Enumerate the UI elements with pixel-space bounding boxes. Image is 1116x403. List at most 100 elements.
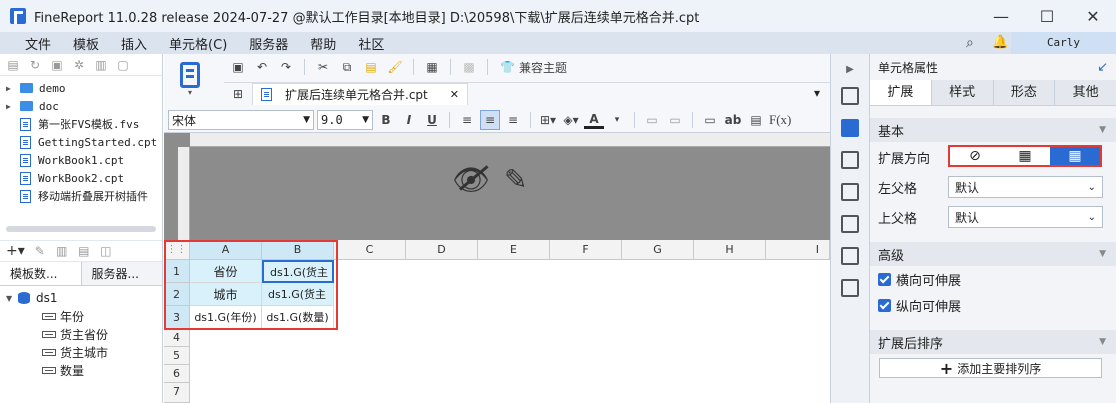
vertical-stretch-row[interactable]: 纵向可伸展: [870, 292, 1116, 318]
add-icon[interactable]: +▾: [6, 243, 25, 259]
upper-parent-select[interactable]: 默认 ⌄: [948, 206, 1103, 228]
column-header[interactable]: E: [478, 240, 550, 260]
section-sort[interactable]: 扩展后排序 ▼: [870, 330, 1116, 354]
list-item[interactable]: 移动端折叠展开树插件: [6, 187, 162, 205]
undo-icon[interactable]: ↶: [252, 57, 272, 77]
database-icon[interactable]: ◫: [99, 244, 113, 258]
row-header[interactable]: 5: [164, 347, 190, 365]
tab-expand[interactable]: 扩展: [870, 80, 932, 105]
menu-help[interactable]: 帮助: [299, 34, 347, 53]
column-header[interactable]: A: [190, 240, 262, 260]
condition-icon[interactable]: [841, 183, 859, 201]
menu-cell[interactable]: 单元格(C): [158, 34, 238, 53]
list-item[interactable]: ▼ ds1: [6, 289, 162, 307]
list-item[interactable]: 货主省份: [6, 325, 162, 343]
expand-arrow-icon[interactable]: ▶: [6, 102, 20, 111]
link-icon[interactable]: [841, 247, 859, 265]
preview-icon[interactable]: ▤: [77, 244, 91, 258]
maximize-button[interactable]: ☐: [1024, 0, 1070, 32]
bell-icon[interactable]: 🔔: [992, 35, 1008, 50]
refresh-icon[interactable]: ↻: [28, 58, 42, 72]
align-center-icon[interactable]: ≡: [480, 110, 500, 130]
save-icon[interactable]: ▣: [228, 57, 248, 77]
no-expand-icon[interactable]: ⊘: [950, 147, 1000, 165]
format-painter-icon[interactable]: 🖌: [385, 57, 405, 77]
cell-b3[interactable]: ds1.G(数量): [262, 306, 334, 329]
align-right-icon[interactable]: ≡: [503, 110, 523, 130]
horizontal-scrollbar[interactable]: [6, 226, 156, 232]
cell-a3[interactable]: ds1.G(年份): [190, 306, 262, 329]
menu-file[interactable]: 文件: [14, 34, 62, 53]
column-header[interactable]: B: [262, 240, 334, 260]
table-icon[interactable]: ▤: [746, 110, 766, 130]
new-folder-icon[interactable]: ▤: [6, 58, 20, 72]
tab-form[interactable]: 形态: [994, 80, 1056, 105]
font-size-select[interactable]: 9.0 ▼: [317, 110, 373, 130]
cell-property-icon[interactable]: [841, 119, 859, 137]
column-header[interactable]: D: [406, 240, 478, 260]
pin-icon[interactable]: ↙: [1097, 60, 1108, 75]
list-item[interactable]: 货主城市: [6, 343, 162, 361]
delete-icon[interactable]: ▥: [94, 58, 108, 72]
bold-button[interactable]: B: [376, 110, 396, 130]
merge-cells-icon[interactable]: ▭: [642, 110, 662, 130]
cut-icon[interactable]: ✂: [313, 57, 333, 77]
section-advanced[interactable]: 高级 ▼: [870, 242, 1116, 266]
cell-a1[interactable]: 省份: [190, 260, 262, 283]
lock-icon[interactable]: ▢: [116, 58, 130, 72]
copy-icon[interactable]: ▣: [50, 58, 64, 72]
column-header[interactable]: I: [766, 240, 830, 260]
left-parent-select[interactable]: 默认 ⌄: [948, 176, 1103, 198]
select-all-corner[interactable]: ⋮⋮: [164, 240, 190, 260]
menu-community[interactable]: 社区: [347, 34, 395, 53]
search-icon[interactable]: ⌕: [966, 35, 974, 51]
collapse-panel-icon[interactable]: ▶: [831, 64, 869, 75]
tab-menu-icon[interactable]: ▾: [814, 86, 820, 100]
section-basic[interactable]: 基本 ▼: [870, 118, 1116, 142]
column-header[interactable]: F: [550, 240, 622, 260]
collapse-arrow-icon[interactable]: ▼: [6, 294, 18, 303]
list-item[interactable]: ▶ demo: [6, 79, 162, 97]
tree-icon[interactable]: [841, 279, 859, 297]
font-color-icon[interactable]: A: [584, 111, 604, 129]
horizontal-stretch-checkbox[interactable]: [878, 272, 891, 286]
horizontal-stretch-row[interactable]: 横向可伸展: [870, 266, 1116, 292]
list-item[interactable]: GettingStarted.cpt: [6, 133, 162, 151]
list-item[interactable]: WorkBook1.cpt: [6, 151, 162, 169]
redo-icon[interactable]: ↷: [276, 57, 296, 77]
compatible-theme-button[interactable]: 👕 兼容主题: [496, 57, 571, 77]
unmerge-cells-icon[interactable]: ▭: [665, 110, 685, 130]
list-item[interactable]: 年份: [6, 307, 162, 325]
align-left-icon[interactable]: ≡: [457, 110, 477, 130]
copy-icon[interactable]: ⧉: [337, 57, 357, 77]
row-header[interactable]: 4: [164, 329, 190, 347]
user-account[interactable]: Carly: [1011, 32, 1116, 54]
grid-icon[interactable]: ⊞: [224, 84, 252, 104]
cell-b2[interactable]: ds1.G(货主: [262, 283, 334, 306]
widget-icon[interactable]: [841, 151, 859, 169]
trash-icon[interactable]: ▥: [55, 244, 69, 258]
italic-button[interactable]: I: [399, 110, 419, 130]
row-header[interactable]: 6: [164, 365, 190, 383]
edit-icon[interactable]: ✎: [33, 244, 47, 258]
menu-server[interactable]: 服务器: [238, 34, 299, 53]
formula-button[interactable]: F(x): [769, 110, 791, 130]
menu-insert[interactable]: 插入: [110, 34, 158, 53]
close-button[interactable]: ✕: [1070, 0, 1116, 32]
row-header[interactable]: 3: [164, 306, 190, 329]
tab-server-data[interactable]: 服务器...: [82, 262, 163, 285]
list-item[interactable]: WorkBook2.cpt: [6, 169, 162, 187]
paste-icon[interactable]: ▤: [361, 57, 381, 77]
doc-tab[interactable]: 扩展后连续单元格合并.cpt ✕: [252, 82, 468, 105]
cell-element-icon[interactable]: [841, 87, 859, 105]
tab-other[interactable]: 其他: [1055, 80, 1116, 105]
minimize-button[interactable]: —: [978, 0, 1024, 32]
column-header[interactable]: G: [622, 240, 694, 260]
menu-template[interactable]: 模板: [62, 34, 110, 53]
close-tab-icon[interactable]: ✕: [450, 88, 459, 101]
add-sort-button[interactable]: + 添加主要排列序: [879, 358, 1102, 378]
fill-color-icon[interactable]: ◈▾: [561, 110, 581, 130]
column-header[interactable]: H: [694, 240, 766, 260]
vertical-stretch-checkbox[interactable]: [878, 298, 891, 312]
tab-style[interactable]: 样式: [932, 80, 994, 105]
